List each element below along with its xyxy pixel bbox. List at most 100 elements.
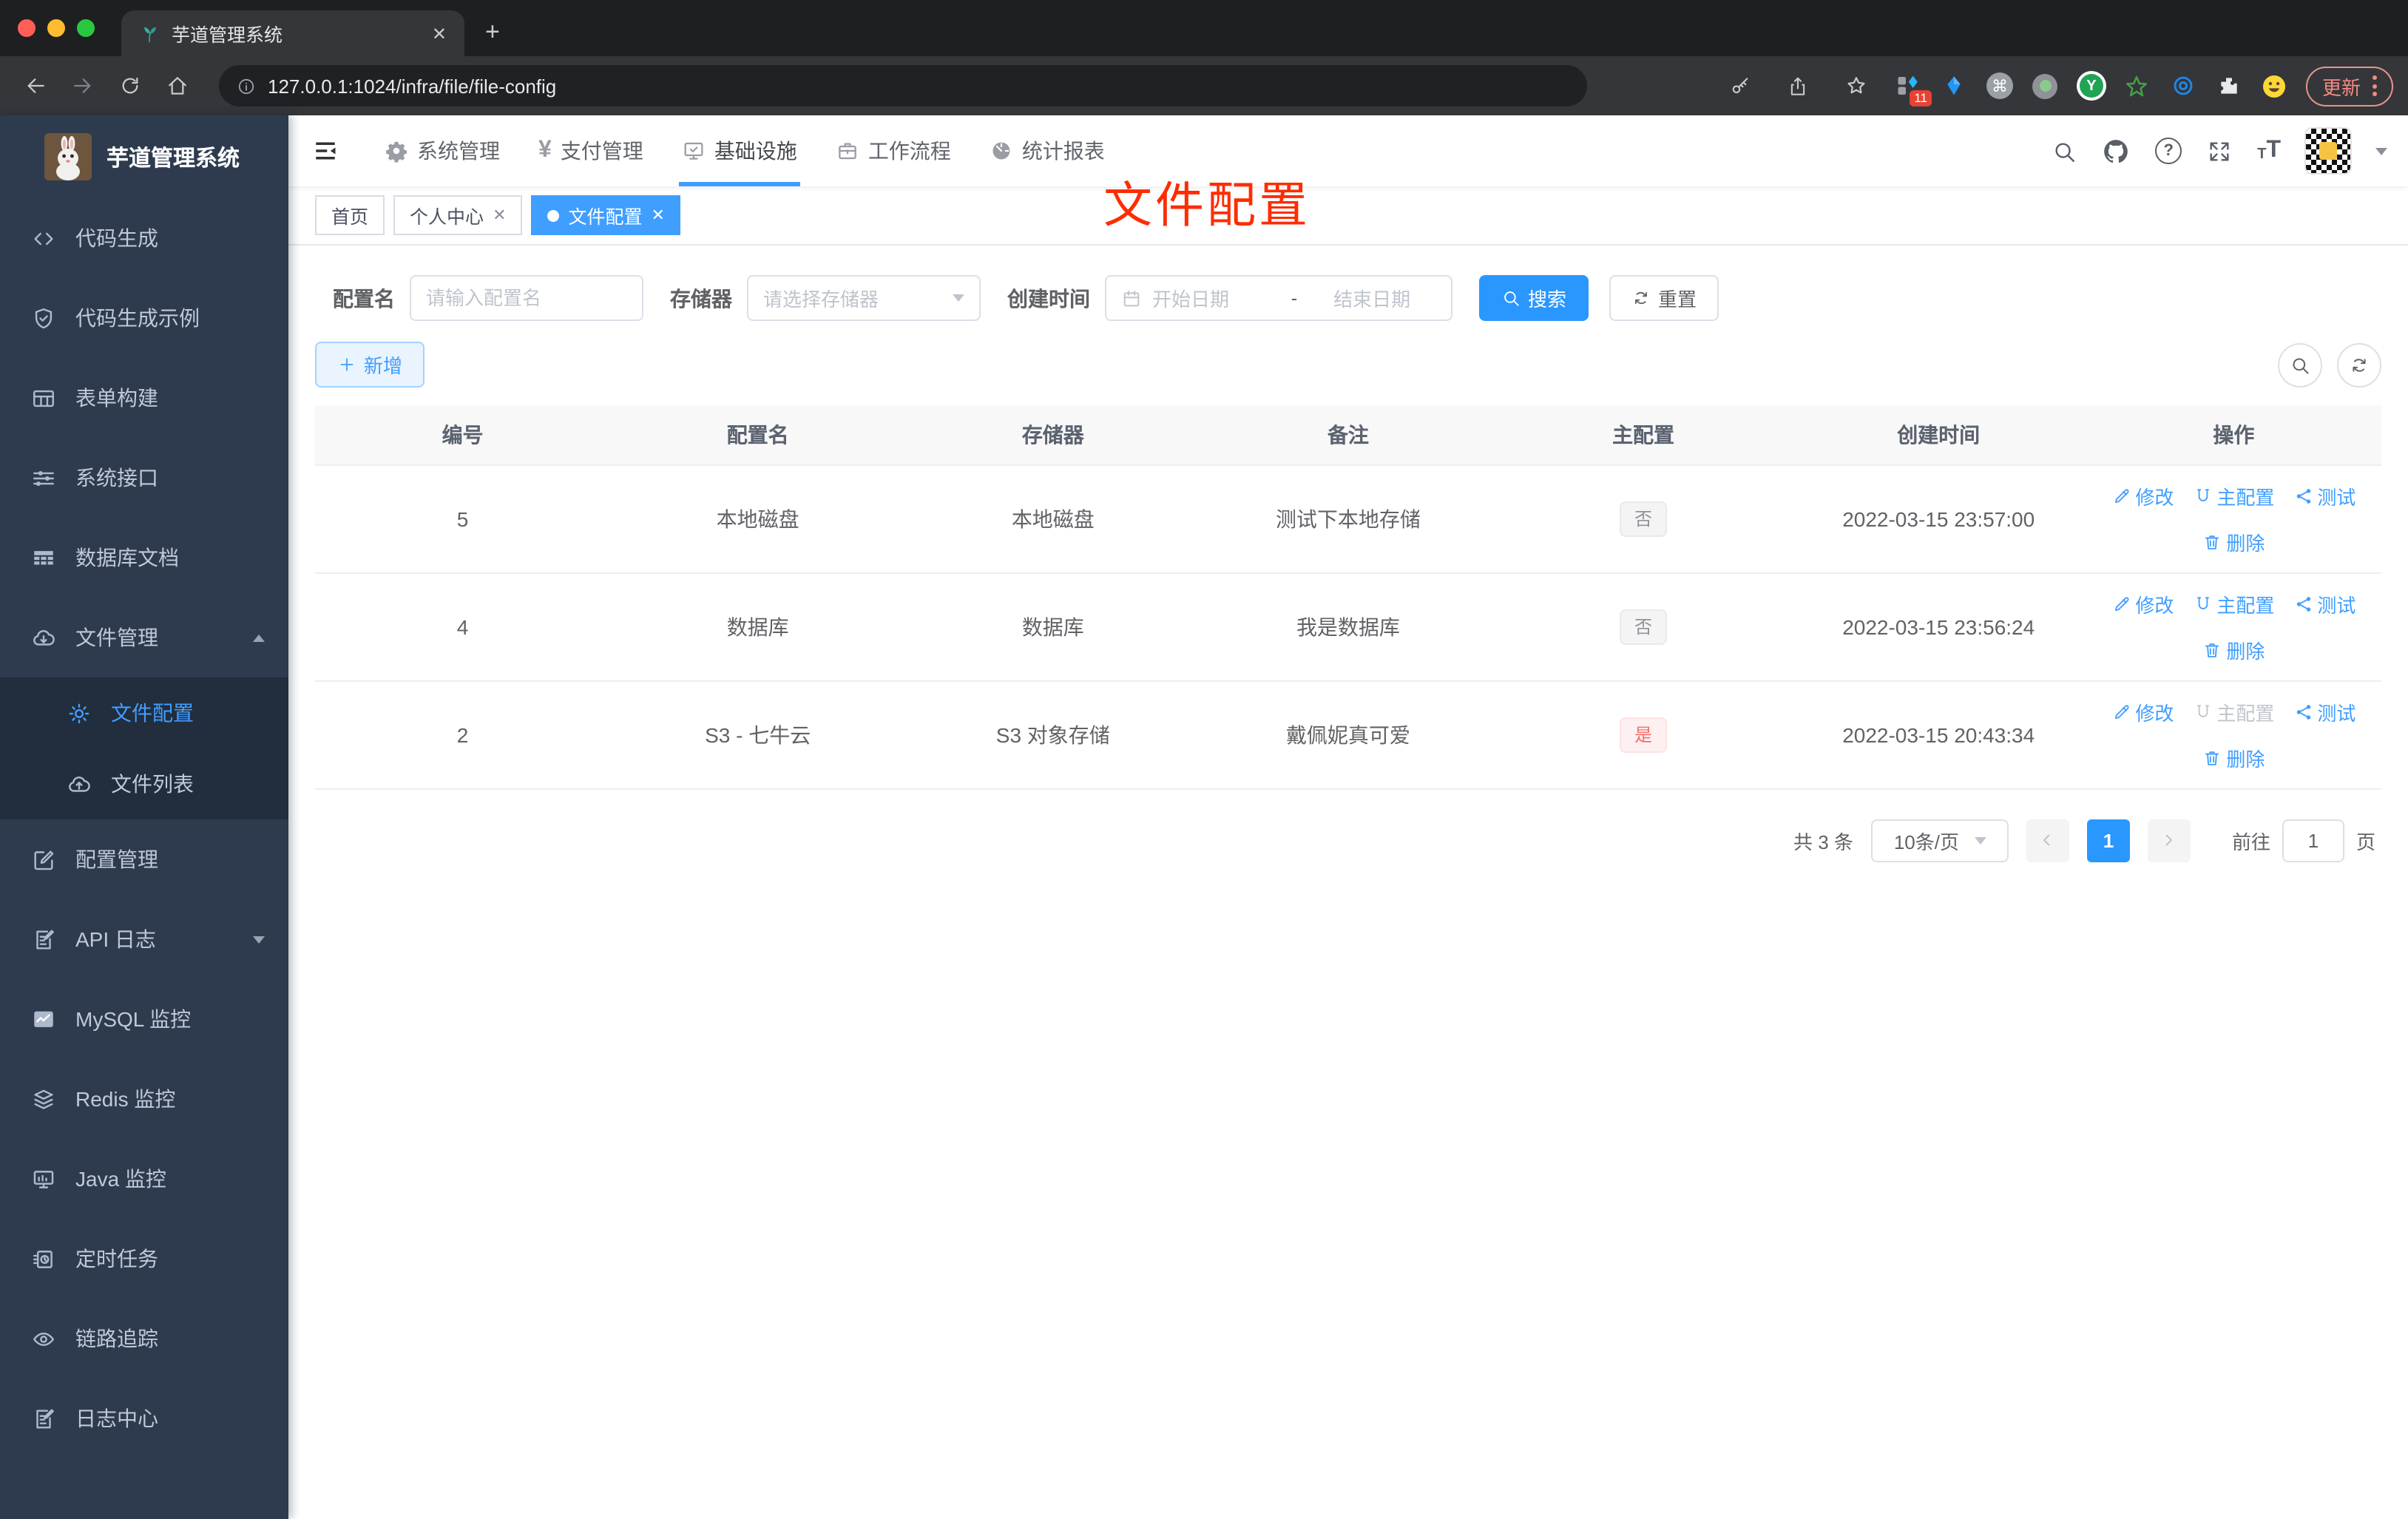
sidebar-item-config-manage[interactable]: 配置管理 (0, 819, 288, 899)
extension-command-icon[interactable]: ⌘ (1985, 71, 2015, 101)
sidebar-item-form-builder[interactable]: 表单构建 (0, 358, 288, 438)
sidebar-item-mysql-monitor[interactable]: MySQL 监控 (0, 979, 288, 1059)
topnav-workflow[interactable]: 工作流程 (816, 115, 970, 186)
trash-icon (2202, 532, 2222, 551)
delete-link[interactable]: 删除 (2202, 635, 2265, 663)
annotation-text: 文件配置 (1103, 177, 1310, 232)
edit-link[interactable]: 修改 (2111, 589, 2174, 618)
font-size-icon[interactable]: TT (2257, 138, 2281, 163)
topnav-reports[interactable]: 统计报表 (970, 115, 1124, 186)
bookmark-star-icon[interactable] (1836, 65, 1877, 106)
topnav-payment[interactable]: ¥ 支付管理 (519, 115, 663, 186)
sliders-icon (31, 465, 56, 490)
close-icon[interactable]: ✕ (493, 206, 506, 225)
password-key-icon[interactable] (1720, 65, 1762, 106)
sidebar-item-redis-monitor[interactable]: Redis 监控 (0, 1059, 288, 1139)
profile-emoji-icon[interactable] (2260, 71, 2290, 101)
search-button[interactable]: 搜索 (1479, 275, 1589, 321)
create-time-label: 创建时间 (1007, 286, 1090, 310)
show-search-button[interactable] (2278, 342, 2322, 387)
close-window-button[interactable] (18, 19, 35, 37)
app-logo-row[interactable]: 芋道管理系统 (0, 115, 288, 198)
forward-button[interactable] (62, 65, 104, 106)
delete-link[interactable]: 删除 (2202, 743, 2265, 771)
sidebar-item-log-center[interactable]: 日志中心 (0, 1378, 288, 1458)
sidebar-item-file-list[interactable]: 文件列表 (0, 748, 288, 819)
extension-y-icon[interactable]: Y (2076, 71, 2106, 101)
storage-select[interactable]: 请选择存储器 (747, 275, 981, 321)
test-link[interactable]: 测试 (2293, 481, 2355, 510)
tag-file-config[interactable]: 文件配置 ✕ (531, 195, 681, 235)
tag-profile[interactable]: 个人中心 ✕ (393, 195, 523, 235)
page-size-select[interactable]: 10条/页 (1870, 819, 2009, 862)
browser-menu-icon[interactable] (2373, 75, 2377, 96)
current-page-button[interactable]: 1 (2086, 819, 2130, 862)
browser-tab[interactable]: 芋道管理系统 ✕ (121, 10, 464, 56)
config-name-input[interactable] (426, 287, 627, 309)
topnav-infrastructure[interactable]: 基础设施 (663, 115, 816, 186)
sidebar-item-java-monitor[interactable]: Java 监控 (0, 1139, 288, 1219)
set-primary-link[interactable]: 主配置 (2193, 481, 2274, 510)
gear-icon (67, 700, 92, 725)
sidebar-item-scheduled-tasks[interactable]: 定时任务 (0, 1219, 288, 1299)
avatar[interactable] (2304, 127, 2352, 175)
close-icon[interactable]: ✕ (652, 206, 665, 225)
back-button[interactable] (15, 65, 56, 106)
cloud-download-icon (31, 625, 56, 650)
tab-close-icon[interactable]: ✕ (432, 23, 447, 44)
date-range-picker[interactable]: 开始日期 - 结束日期 (1105, 275, 1452, 321)
help-icon[interactable]: ? (2155, 138, 2182, 164)
browser-toolbar: 127.0.0.1:1024/infra/file/file-config 11… (0, 56, 2408, 115)
log-edit-icon (31, 1406, 56, 1431)
topnav-system[interactable]: 系统管理 (365, 115, 519, 186)
prev-page-button[interactable] (2026, 819, 2069, 862)
col-remark: 备注 (1200, 405, 1496, 465)
share-icon[interactable] (1778, 65, 1819, 106)
goto-page-input[interactable] (2282, 819, 2344, 862)
col-storage: 存储器 (905, 405, 1201, 465)
extensions-puzzle-icon[interactable] (2214, 71, 2244, 101)
reset-button[interactable]: 重置 (1609, 275, 1719, 321)
extension-star-icon[interactable] (2123, 71, 2152, 101)
extension-sidebar-icon[interactable]: 11 (1893, 71, 1932, 106)
sidebar-item-file-config[interactable]: 文件配置 (0, 677, 288, 748)
sidebar-item-code-gen[interactable]: 代码生成 (0, 198, 288, 278)
new-tab-button[interactable]: + (485, 18, 500, 47)
add-button[interactable]: 新增 (315, 342, 425, 388)
extension-eye-icon[interactable] (2168, 71, 2198, 101)
sidebar-item-tracing[interactable]: 链路追踪 (0, 1299, 288, 1378)
edit-link[interactable]: 修改 (2111, 697, 2174, 725)
sidebar-item-code-gen-demo[interactable]: 代码生成示例 (0, 278, 288, 358)
reload-button[interactable] (109, 65, 151, 106)
home-button[interactable] (157, 65, 198, 106)
minimize-window-button[interactable] (47, 19, 65, 37)
test-link[interactable]: 测试 (2293, 697, 2355, 725)
chevron-down-icon (253, 936, 265, 943)
delete-link[interactable]: 删除 (2202, 527, 2265, 555)
collapse-sidebar-icon[interactable] (300, 126, 351, 176)
table-tools (2278, 342, 2381, 387)
refresh-table-button[interactable] (2337, 342, 2381, 387)
gear-icon (385, 139, 408, 163)
test-link[interactable]: 测试 (2293, 589, 2355, 618)
sidebar-submenu-file: 文件配置 文件列表 (0, 677, 288, 819)
app-window: 芋道管理系统 代码生成 代码生成示例 表单构建 系统接口 数据库文档 文件管理 … (0, 115, 2408, 1519)
github-icon[interactable] (2102, 137, 2130, 165)
search-icon[interactable] (2052, 138, 2077, 163)
address-bar[interactable]: 127.0.0.1:1024/infra/file/file-config (219, 65, 1587, 106)
fullscreen-icon[interactable] (2207, 138, 2232, 163)
user-menu-caret-icon[interactable] (2375, 147, 2387, 155)
sidebar-item-system-api[interactable]: 系统接口 (0, 438, 288, 518)
edit-link[interactable]: 修改 (2111, 481, 2174, 510)
tag-home[interactable]: 首页 (315, 195, 385, 235)
sidebar-item-file-manage[interactable]: 文件管理 (0, 598, 288, 677)
extension-dot-icon[interactable] (2031, 71, 2060, 101)
maximize-window-button[interactable] (77, 19, 95, 37)
set-primary-link[interactable]: 主配置 (2193, 589, 2274, 618)
sidebar-item-db-doc[interactable]: 数据库文档 (0, 518, 288, 598)
next-page-button[interactable] (2147, 819, 2191, 862)
site-info-icon[interactable] (237, 76, 256, 95)
sidebar-item-api-log[interactable]: API 日志 (0, 899, 288, 979)
extension-kite-icon[interactable] (1939, 71, 1969, 101)
chrome-update-button[interactable]: 更新 (2305, 66, 2393, 106)
